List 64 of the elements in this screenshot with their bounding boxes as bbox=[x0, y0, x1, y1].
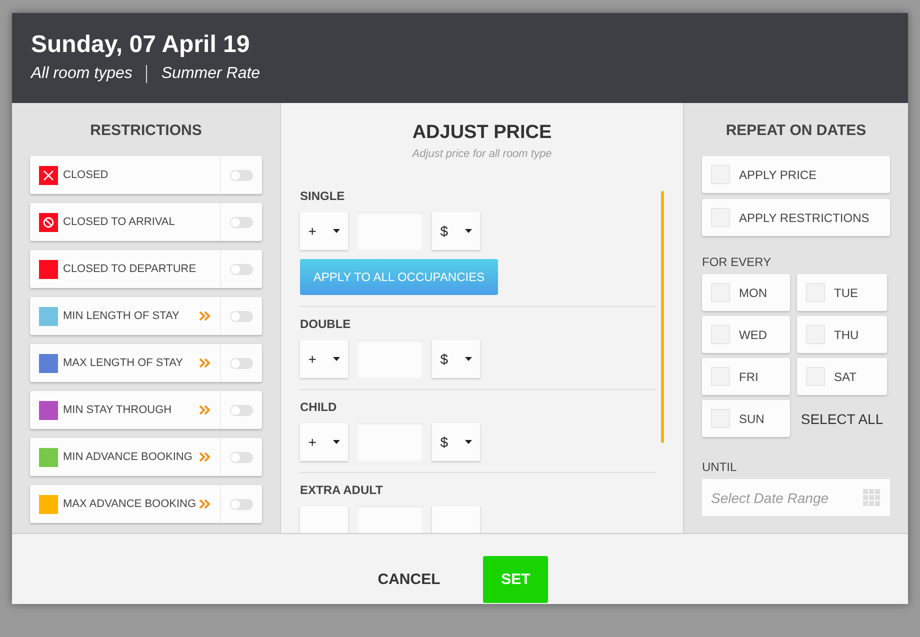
scrollbar[interactable] bbox=[661, 191, 664, 443]
toggle-switch[interactable] bbox=[230, 404, 253, 416]
occupancy-label: EXTRA ADULT bbox=[300, 483, 384, 497]
occupancy-label: DOUBLE bbox=[300, 317, 352, 331]
restriction-label: CLOSED TO DEPARTURE bbox=[63, 263, 198, 275]
sign-select[interactable] bbox=[300, 506, 348, 533]
unit-select[interactable]: $ bbox=[432, 340, 480, 378]
caret-icon bbox=[464, 229, 472, 233]
day-option[interactable]: SUN bbox=[702, 400, 790, 437]
restriction-label: CLOSED TO ARRIVAL bbox=[63, 216, 176, 228]
double-chevron-icon[interactable] bbox=[199, 499, 210, 509]
restriction-label: MIN LENGTH OF STAY bbox=[63, 310, 180, 322]
toggle-switch[interactable] bbox=[230, 264, 253, 274]
double-chevron-icon[interactable] bbox=[199, 358, 210, 368]
dialog-title: Sunday, 07 April 19 bbox=[31, 31, 251, 59]
sign-select[interactable]: + bbox=[300, 340, 348, 378]
sign-select[interactable]: + bbox=[300, 423, 348, 461]
occupancy-label: CHILD bbox=[300, 400, 338, 414]
toggle-switch[interactable] bbox=[230, 310, 253, 322]
section-title: REPEAT ON DATES bbox=[724, 122, 868, 139]
section-title: ADJUST PRICE bbox=[411, 122, 553, 144]
select-all-button[interactable]: SELECT ALL bbox=[797, 400, 887, 437]
toggle-switch[interactable] bbox=[230, 358, 253, 368]
day-option[interactable]: FRI bbox=[702, 358, 790, 395]
section-title: RESTRICTIONS bbox=[89, 122, 203, 139]
toggle-switch[interactable] bbox=[230, 170, 253, 180]
restriction-label: MAX LENGTH OF STAY bbox=[63, 357, 184, 369]
day-option[interactable]: TUE bbox=[797, 274, 887, 311]
prohibited-icon bbox=[43, 216, 54, 228]
caret-icon bbox=[332, 357, 340, 361]
cancel-button[interactable]: CANCEL bbox=[372, 570, 446, 588]
unit-select[interactable] bbox=[432, 506, 480, 533]
checkbox-option[interactable]: APPLY RESTRICTIONS bbox=[702, 199, 890, 236]
day-option[interactable]: MON bbox=[702, 274, 790, 311]
checkbox-option[interactable]: APPLY PRICE bbox=[702, 156, 890, 193]
caret-icon bbox=[332, 440, 340, 444]
toggle-switch[interactable] bbox=[230, 216, 253, 228]
restriction-label: MIN ADVANCE BOOKING bbox=[63, 451, 194, 463]
unit-select[interactable]: $ bbox=[432, 423, 480, 461]
double-chevron-icon[interactable] bbox=[199, 405, 210, 415]
sign-select[interactable]: + bbox=[300, 212, 348, 250]
toggle-switch[interactable] bbox=[230, 498, 253, 510]
field-label: UNTIL bbox=[702, 460, 738, 474]
section-subtitle: Adjust price for all room type bbox=[410, 148, 553, 160]
restriction-label: MAX ADVANCE BOOKING bbox=[63, 498, 198, 510]
day-option[interactable]: THU bbox=[797, 316, 887, 353]
price-input[interactable] bbox=[357, 506, 423, 533]
restriction-label: CLOSED bbox=[63, 169, 110, 181]
field-label: FOR EVERY bbox=[702, 255, 772, 269]
caret-icon bbox=[464, 357, 472, 361]
close-icon bbox=[43, 170, 54, 180]
toggle-switch[interactable] bbox=[230, 452, 253, 462]
restriction-label: MIN STAY THROUGH bbox=[63, 404, 173, 416]
calendar-grid-icon bbox=[863, 488, 881, 506]
double-chevron-icon[interactable] bbox=[199, 311, 210, 321]
occupancy-label: SINGLE bbox=[300, 189, 346, 203]
rate-label: Summer Rate bbox=[161, 65, 260, 83]
unit-select[interactable]: $ bbox=[432, 212, 480, 250]
caret-icon bbox=[332, 229, 340, 233]
day-option[interactable]: WED bbox=[702, 316, 790, 353]
double-chevron-icon[interactable] bbox=[199, 452, 210, 462]
room-type-label: All room types bbox=[31, 65, 132, 83]
day-option[interactable]: SAT bbox=[797, 358, 887, 395]
caret-icon bbox=[464, 440, 472, 444]
